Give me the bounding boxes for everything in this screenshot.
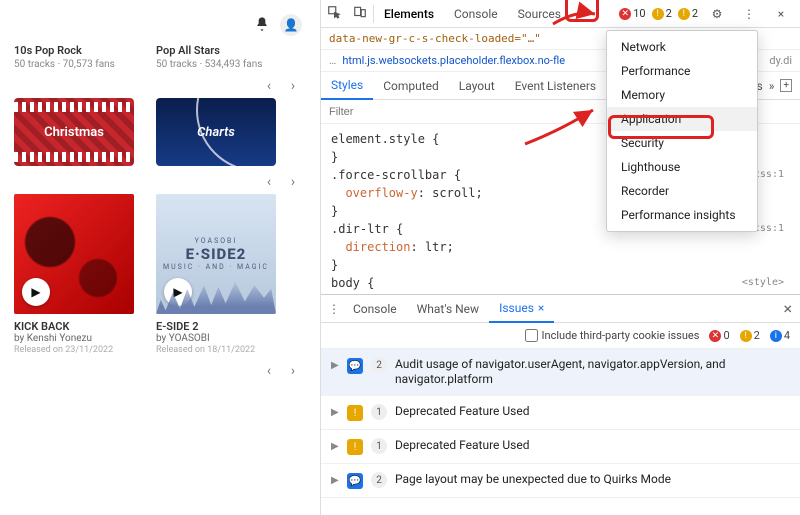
chevron-left-icon[interactable]: ‹ bbox=[262, 174, 276, 190]
card-artist: by Kenshi Yonezu bbox=[14, 333, 134, 344]
kebab-icon[interactable]: ⋮ bbox=[736, 7, 762, 21]
info-icon: 💬 bbox=[347, 473, 363, 489]
expand-icon[interactable]: ▶ bbox=[331, 475, 339, 486]
third-party-checkbox[interactable]: Include third-party cookie issues bbox=[525, 329, 700, 342]
album-card[interactable]: YOASOBI E·SIDE2 MUSIC · AND · MAGIC ▶ E-… bbox=[156, 194, 276, 355]
play-icon[interactable]: ▶ bbox=[164, 278, 192, 306]
issue-row[interactable]: ▶ 💬 2 Page layout may be unexpected due … bbox=[321, 464, 800, 498]
warning-icon: ! bbox=[347, 405, 363, 421]
device-icon[interactable] bbox=[347, 5, 373, 22]
play-icon[interactable]: ▶ bbox=[22, 278, 50, 306]
close-icon[interactable]: × bbox=[768, 7, 794, 21]
expand-icon[interactable]: ▶ bbox=[331, 360, 339, 371]
breadcrumb-tail: dy.di bbox=[769, 54, 792, 67]
subtab-event-listeners[interactable]: Event Listeners bbox=[505, 72, 606, 100]
devtools-panel: Elements Console Sources » ✕10 !2 !2 ⚙ ⋮… bbox=[320, 0, 800, 515]
tile-label: Charts bbox=[197, 125, 235, 140]
issues-badge[interactable]: !2 bbox=[678, 7, 698, 20]
menu-performance[interactable]: Performance bbox=[607, 59, 757, 83]
issue-count: 2 bbox=[371, 357, 387, 373]
card-title: KICK BACK bbox=[14, 320, 134, 333]
breadcrumb-link[interactable]: html.js.websockets.placeholder.flexbox.n… bbox=[342, 54, 565, 67]
menu-network[interactable]: Network bbox=[607, 35, 757, 59]
chevron-double-right-icon[interactable]: » bbox=[769, 79, 775, 93]
warning-icon: ! bbox=[347, 439, 363, 455]
art-small-text: MUSIC · AND · MAGIC bbox=[163, 263, 269, 271]
expand-icon[interactable]: ▶ bbox=[331, 407, 339, 418]
source-link[interactable]: css:1 bbox=[754, 166, 784, 184]
bell-icon[interactable] bbox=[254, 16, 270, 35]
expand-icon[interactable]: ▶ bbox=[331, 441, 339, 452]
tab-console[interactable]: Console bbox=[444, 0, 508, 28]
section-title[interactable]: 10s Pop Rock bbox=[14, 44, 134, 57]
tab-elements[interactable]: Elements bbox=[374, 0, 444, 28]
drawer-tab-console[interactable]: Console bbox=[343, 295, 407, 323]
issue-text: Deprecated Feature Used bbox=[395, 404, 790, 419]
tabs-overflow-menu: Network Performance Memory Application S… bbox=[606, 30, 758, 232]
menu-performance-insights[interactable]: Performance insights bbox=[607, 203, 757, 227]
gear-icon[interactable]: ⚙ bbox=[704, 7, 730, 21]
tile-christmas[interactable]: Christmas bbox=[14, 98, 134, 166]
card-date: Released on 23/11/2022 bbox=[14, 345, 134, 355]
tile-charts[interactable]: Charts bbox=[156, 98, 276, 166]
issue-text: Page layout may be unexpected due to Qui… bbox=[395, 472, 790, 487]
drawer-close-icon[interactable]: × bbox=[783, 299, 800, 318]
subtab-computed[interactable]: Computed bbox=[373, 72, 449, 100]
tabs-more-button[interactable]: » bbox=[571, 0, 597, 28]
menu-application[interactable]: Application bbox=[607, 107, 757, 131]
close-icon[interactable]: × bbox=[538, 301, 544, 315]
new-rule-icon[interactable]: + bbox=[780, 79, 792, 92]
issue-text: Deprecated Feature Used bbox=[395, 438, 790, 453]
card-title: E-SIDE 2 bbox=[156, 320, 276, 333]
drawer-tab-issues[interactable]: Issues× bbox=[489, 295, 554, 323]
filter-err-badge[interactable]: ✕0 bbox=[709, 329, 729, 342]
chevron-left-icon[interactable]: ‹ bbox=[262, 78, 276, 94]
chevron-right-icon[interactable]: › bbox=[286, 174, 300, 190]
section-sub: 50 tracks · 534,493 fans bbox=[156, 59, 276, 70]
art-big-text: E·SIDE2 bbox=[186, 245, 247, 263]
card-date: Released on 18/11/2022 bbox=[156, 345, 276, 355]
chevron-right-icon[interactable]: › bbox=[286, 78, 300, 94]
menu-lighthouse[interactable]: Lighthouse bbox=[607, 155, 757, 179]
issue-row[interactable]: ▶ ! 1 Deprecated Feature Used bbox=[321, 430, 800, 464]
issue-text: Audit usage of navigator.userAgent, navi… bbox=[395, 357, 790, 387]
source-link[interactable]: <style> bbox=[742, 274, 784, 292]
inspect-icon[interactable] bbox=[321, 5, 347, 22]
issue-row[interactable]: ▶ 💬 2 Audit usage of navigator.userAgent… bbox=[321, 349, 800, 396]
issues-list: ▶ 💬 2 Audit usage of navigator.userAgent… bbox=[321, 349, 800, 515]
section-sub: 50 tracks · 70,573 fans bbox=[14, 59, 134, 70]
menu-security[interactable]: Security bbox=[607, 131, 757, 155]
filter-warn-badge[interactable]: !2 bbox=[740, 329, 760, 342]
avatar[interactable]: 👤 bbox=[280, 14, 302, 36]
filter-info-badge[interactable]: i4 bbox=[770, 329, 790, 342]
subtab-layout[interactable]: Layout bbox=[449, 72, 505, 100]
menu-memory[interactable]: Memory bbox=[607, 83, 757, 107]
drawer-kebab-icon[interactable]: ⋮ bbox=[325, 302, 343, 316]
section-title[interactable]: Pop All Stars bbox=[156, 44, 276, 57]
issue-count: 1 bbox=[371, 404, 387, 420]
info-icon: 💬 bbox=[347, 358, 363, 374]
drawer-panel: ⋮ Console What's New Issues× × Include t… bbox=[321, 294, 800, 515]
card-artist: by YOASOBI bbox=[156, 333, 276, 344]
subtab-styles[interactable]: Styles bbox=[321, 72, 373, 100]
issue-row[interactable]: ▶ ! 1 Deprecated Feature Used bbox=[321, 396, 800, 430]
chevron-right-icon[interactable]: › bbox=[286, 363, 300, 379]
issue-count: 2 bbox=[371, 472, 387, 488]
source-link[interactable]: css:1 bbox=[754, 220, 784, 238]
error-badge[interactable]: ✕10 bbox=[619, 7, 645, 20]
art-small-text: YOASOBI bbox=[195, 237, 238, 245]
devtools-toolbar: Elements Console Sources » ✕10 !2 !2 ⚙ ⋮… bbox=[321, 0, 800, 28]
album-card[interactable]: ▶ KICK BACK by Kenshi Yonezu Released on… bbox=[14, 194, 134, 355]
music-app-content: 👤 10s Pop Rock 50 tracks · 70,573 fans P… bbox=[0, 0, 320, 515]
breadcrumb-prev[interactable]: … bbox=[329, 54, 336, 67]
warning-badge[interactable]: !2 bbox=[652, 7, 672, 20]
chevron-double-right-icon: » bbox=[581, 7, 587, 21]
tile-label: Christmas bbox=[44, 125, 104, 140]
tab-sources[interactable]: Sources bbox=[508, 0, 571, 28]
issue-count: 1 bbox=[371, 438, 387, 454]
chevron-left-icon[interactable]: ‹ bbox=[262, 363, 276, 379]
drawer-tab-whatsnew[interactable]: What's New bbox=[407, 295, 489, 323]
menu-recorder[interactable]: Recorder bbox=[607, 179, 757, 203]
